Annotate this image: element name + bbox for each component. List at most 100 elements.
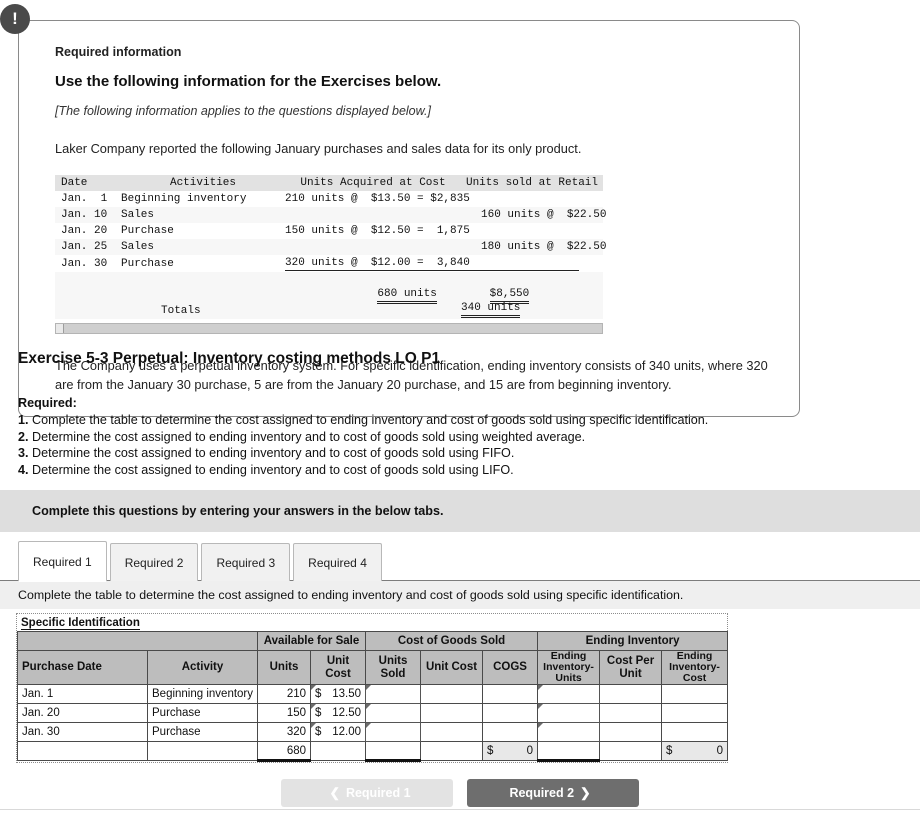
list-item: 2. Determine the cost assigned to ending…: [18, 429, 878, 446]
cell-cost-per-unit[interactable]: [599, 703, 663, 724]
tab-required-4[interactable]: Required 4: [293, 543, 382, 581]
total-ending-inventory-units: [537, 741, 601, 763]
cell-unit-cost[interactable]: $12.50: [309, 703, 367, 724]
list-item: 1. Complete the table to determine the c…: [18, 412, 878, 429]
col-purchase-date: Purchase Date: [17, 649, 148, 686]
cell-activity: Sales: [121, 238, 285, 255]
col-activity: Activity: [147, 649, 258, 686]
cell-activity[interactable]: Beginning inventory: [147, 684, 258, 705]
cell-acquired: 150 units @ $12.50 = 1,875: [285, 222, 470, 239]
cell-units[interactable]: 320: [257, 722, 311, 743]
col-units: Units: [257, 649, 311, 686]
cell-purchase-date[interactable]: Jan. 20: [17, 703, 148, 724]
required-list: Required: 1. Complete the table to deter…: [18, 396, 878, 478]
tab-bar: Required 1 Required 2 Required 3 Require…: [18, 541, 385, 582]
cell-ending-inventory-cost[interactable]: [661, 684, 729, 705]
cell-units-sold[interactable]: [365, 684, 422, 705]
total-cost-per-unit: [599, 741, 663, 762]
currency-symbol: $: [666, 745, 673, 758]
cell-activity: Sales: [121, 206, 285, 223]
currency-symbol: $: [315, 726, 322, 739]
table-totals-row: Totals 680 units $8,550 340 units: [55, 271, 603, 319]
cell-units[interactable]: 150: [257, 703, 311, 724]
group-header-available-for-sale: Available for Sale: [256, 631, 367, 651]
scrollbar-thumb[interactable]: [56, 323, 64, 333]
specific-identification-table: Available for Sale Cost of Goods Sold En…: [17, 631, 729, 763]
col-cogs-unit-cost: Unit Cost: [420, 649, 484, 686]
cell-cogs[interactable]: [482, 703, 539, 724]
group-header-blank: [17, 631, 258, 651]
instruction-bar: Complete this questions by entering your…: [0, 490, 920, 532]
tab-required-1[interactable]: Required 1: [18, 541, 107, 582]
table-row: Jan. 25 Sales 180 units @ $22.50: [55, 238, 606, 255]
list-item: 3. Determine the cost assigned to ending…: [18, 445, 878, 462]
total-cogs-unit-cost: [420, 741, 484, 762]
item-text: Complete the table to determine the cost…: [32, 413, 709, 427]
cell-units-sold[interactable]: [365, 722, 422, 743]
instruction-bar-text: Complete this questions by entering your…: [32, 504, 444, 518]
cell-ending-inventory-units[interactable]: [537, 684, 601, 705]
cell-ending-inventory-cost[interactable]: [661, 722, 729, 743]
cell-purchase-date[interactable]: Jan. 30: [17, 722, 148, 743]
table-horizontal-scrollbar[interactable]: [55, 322, 603, 334]
table-row: Jan. 20 Purchase 150 $12.50: [17, 703, 729, 724]
cell-activity[interactable]: Purchase: [147, 722, 258, 743]
cell-date: Jan. 20: [55, 222, 121, 239]
cell-cogs-unit-cost[interactable]: [420, 703, 484, 724]
cell-unit-cost[interactable]: $12.00: [309, 722, 367, 743]
cell-cogs-unit-cost[interactable]: [420, 722, 484, 743]
item-number: 3.: [18, 446, 29, 461]
cell-date: Jan. 1: [55, 190, 121, 207]
unit-cost-value: 12.00: [332, 726, 362, 739]
group-header-cost-of-goods-sold: Cost of Goods Sold: [365, 631, 539, 651]
currency-symbol: $: [315, 707, 322, 720]
purchases-sales-table: Date Activities Units Acquired at Cost U…: [55, 174, 606, 319]
cell-acquired: [285, 238, 461, 255]
group-header-row: Available for Sale Cost of Goods Sold En…: [17, 631, 729, 651]
required-information-label: Required information: [55, 45, 182, 59]
cell-ending-inventory-cost[interactable]: [661, 703, 729, 724]
col-ending-inventory-units: Ending Inventory- Units: [537, 649, 601, 686]
group-header-ending-inventory: Ending Inventory: [537, 631, 729, 651]
cell-ending-inventory-units[interactable]: [537, 722, 601, 743]
cell-ending-inventory-units[interactable]: [537, 703, 601, 724]
tab-required-3[interactable]: Required 3: [201, 543, 291, 581]
column-header-row: Purchase Date Activity Units Unit Cost U…: [17, 649, 729, 686]
header-units-sold: Units sold at Retail: [461, 174, 603, 191]
header-activities: Activities: [121, 174, 285, 191]
tab-required-2[interactable]: Required 2: [109, 543, 199, 581]
specific-identification-sheet: Specific Identification Available for Sa…: [16, 613, 729, 764]
table-row: Jan. 30 Purchase 320 $12.00: [17, 722, 729, 743]
prev-required-button[interactable]: ❮ Required 1: [281, 779, 453, 807]
total-cogs: $0: [482, 741, 539, 762]
cell-purchase-date[interactable]: Jan. 1: [17, 684, 148, 705]
cell-activity[interactable]: Purchase: [147, 703, 258, 724]
cell-cost-per-unit[interactable]: [599, 722, 663, 743]
sheet-title: Specific Identification: [17, 614, 727, 631]
cell-units-sold[interactable]: [365, 703, 422, 724]
totals-label: Totals: [121, 271, 285, 319]
tab-description-bar: Complete the table to determine the cost…: [0, 581, 920, 609]
cell-cogs-unit-cost[interactable]: [420, 684, 484, 705]
item-text: Determine the cost assigned to ending in…: [32, 462, 514, 477]
item-number: 1.: [18, 413, 29, 427]
cell-cost-per-unit[interactable]: [599, 684, 663, 705]
cell-sold: [461, 190, 603, 207]
table-total-row: 680 $0 $0: [17, 741, 729, 763]
item-text: Determine the cost assigned to ending in…: [32, 429, 586, 444]
table-row: Jan. 10 Sales 160 units @ $22.50: [55, 206, 606, 223]
total-purchase-date: [17, 741, 148, 762]
header-date: Date: [55, 174, 121, 191]
next-button-label: Required 2: [509, 786, 575, 800]
cell-cogs[interactable]: [482, 684, 539, 705]
cell-activity: Purchase: [121, 222, 285, 239]
cell-units[interactable]: 210: [257, 684, 311, 705]
cell-cogs[interactable]: [482, 722, 539, 743]
cell-date: Jan. 30: [55, 254, 121, 272]
table-row: Jan. 1 Beginning inventory 210 units @ $…: [55, 190, 603, 207]
cell-activity: Purchase: [121, 254, 285, 272]
next-required-button[interactable]: Required 2 ❯: [467, 779, 639, 807]
cell-unit-cost[interactable]: $13.50: [309, 684, 367, 705]
table-header-row: Date Activities Units Acquired at Cost U…: [55, 174, 603, 191]
item-number: 2.: [18, 429, 29, 444]
